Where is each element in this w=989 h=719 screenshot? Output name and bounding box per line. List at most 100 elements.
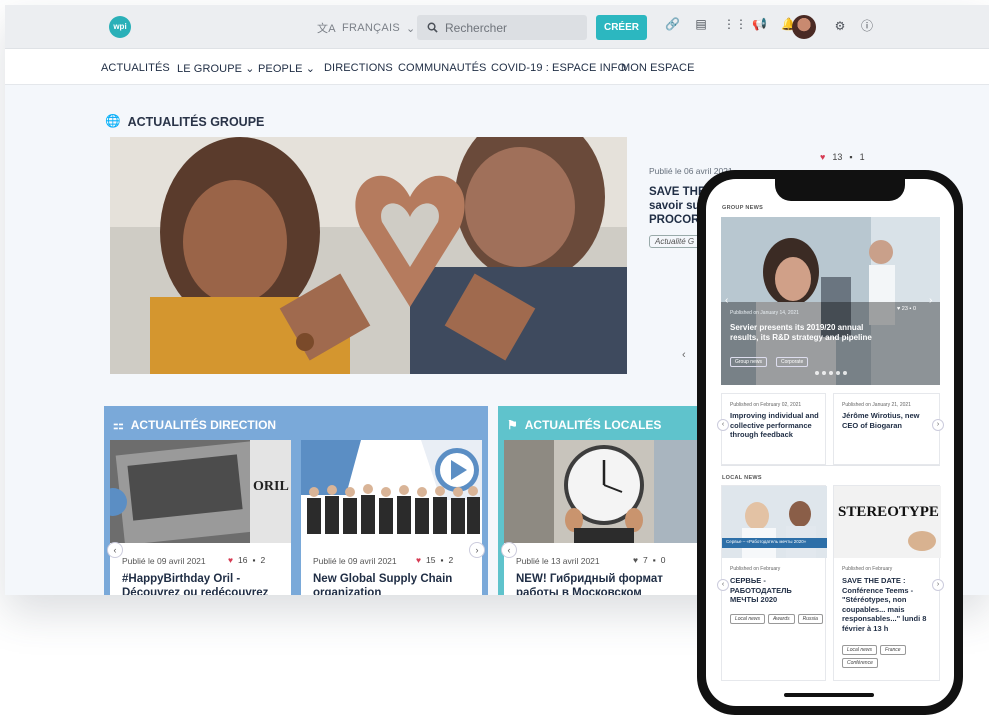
phone-card-published: Published on February (842, 566, 893, 572)
carousel-dot[interactable] (829, 371, 833, 375)
search-input[interactable]: Rechercher (417, 15, 587, 40)
phone-mockup: GROUP NEWS Published on January 14, 2021… (697, 170, 963, 715)
carousel-prev-icon[interactable]: ‹ (717, 419, 729, 431)
phone-card-title[interactable]: SAVE THE DATE : Conférence Teems - "Stér… (842, 576, 936, 633)
carousel-prev-icon[interactable]: ‹ (682, 349, 686, 361)
gear-icon[interactable]: ⚙ (833, 19, 847, 33)
card-stats: ♥ 7 ▪ 0 (633, 555, 666, 565)
phone-news-card[interactable]: Published on February 02, 2021 Improving… (721, 393, 826, 465)
group-news-heading: 🌐 ACTUALITÉS GROUPE (105, 114, 265, 129)
carousel-dot[interactable] (815, 371, 819, 375)
help-icon[interactable]: ⓘ (860, 19, 874, 33)
main-nav: ACTUALITÉS LE GROUPE ⌄ PEOPLE ⌄ DIRECTIO… (5, 49, 989, 85)
direction-news-panel: ⚏ ACTUALITÉS DIRECTION ORIL Publié le 09… (104, 406, 488, 595)
direction-news-heading: ⚏ ACTUALITÉS DIRECTION (113, 418, 277, 432)
carousel-prev-icon[interactable]: ‹ (107, 542, 123, 558)
phone-group-news-label: GROUP NEWS (722, 205, 764, 211)
tag-chip[interactable]: Conférence (842, 658, 878, 668)
tag-chip[interactable]: Local news (842, 645, 878, 655)
carousel-dot[interactable] (822, 371, 826, 375)
carousel-prev-icon[interactable]: ‹ (501, 542, 517, 558)
card-published-date: Publié le 09 avril 2021 (122, 556, 206, 566)
search-icon (427, 22, 438, 33)
carousel-prev-icon[interactable]: ‹ (717, 579, 729, 591)
phone-hero-chip[interactable]: Group news (730, 357, 767, 367)
hero-stats: ♥ 13 ▪ 1 (820, 152, 865, 162)
carousel-next-icon[interactable]: › (932, 419, 944, 431)
card-title[interactable]: NEW! Гибридный формат работы в Московско… (516, 572, 686, 595)
phone-hero-published: Published on January 14, 2021 (730, 310, 799, 316)
news-card[interactable]: Publié le 09 avril 2021 ♥ 15 ▪ 2 New Glo… (301, 440, 482, 595)
heart-icon[interactable]: ♥ (820, 152, 825, 162)
home-indicator (784, 693, 874, 697)
document-icon[interactable]: ▤ (694, 17, 708, 31)
phone-local-card[interactable]: STEREOTYPE Published on February SAVE TH… (833, 485, 941, 681)
nav-item-communautes[interactable]: COMMUNAUTÉS (398, 62, 487, 74)
user-avatar[interactable] (792, 15, 816, 39)
phone-card-published: Published on February 02, 2021 (730, 402, 802, 408)
card-title[interactable]: New Global Supply Chain organization (313, 572, 482, 595)
flag-icon: ⚑ (507, 418, 518, 432)
phone-hero-chip[interactable]: Corporate (776, 357, 809, 367)
news-card[interactable]: ORIL Publié le 09 avril 2021 ♥ 16 ▪ 2 #H… (110, 440, 291, 595)
comment-icon[interactable]: ▪ (849, 152, 852, 162)
phone-news-card[interactable]: Published on January 21, 2021 Jérôme Wir… (833, 393, 940, 465)
phone-screen: GROUP NEWS Published on January 14, 2021… (706, 179, 954, 706)
card-title[interactable]: #HappyBirthday Oril - Découvrez ou redéc… (122, 572, 291, 595)
language-selector[interactable]: 文A FRANÇAIS ⌄ (317, 20, 416, 36)
phone-local-banner: Сервье – «Работодатель мечты 2020» (726, 539, 807, 544)
phone-notch (775, 179, 905, 201)
tag-chip[interactable]: Awards (768, 614, 795, 624)
carousel-next-icon[interactable]: › (469, 542, 485, 558)
phone-card-title[interactable]: Jérôme Wirotius, new CEO of Biogaran (842, 411, 934, 430)
phone-local-banner: STEREOTYPE (838, 504, 939, 520)
create-button[interactable]: CRÉER (596, 15, 647, 40)
hero-tag[interactable]: Actualité G (649, 235, 701, 248)
tag-chip[interactable]: France (880, 645, 906, 655)
carousel-next-icon[interactable]: › (932, 579, 944, 591)
comment-icon[interactable]: ▪ (441, 555, 444, 565)
phone-card-title[interactable]: СЕРВЬЕ - РАБОТОДАТЕЛЬ МЕЧТЫ 2020 (730, 576, 820, 605)
tag-chip[interactable]: Local news (730, 614, 766, 624)
card-published-date: Publié le 13 avril 2021 (516, 556, 600, 566)
phone-hero-stats: ♥ 23 ▪ 0 (897, 306, 916, 312)
heart-icon[interactable]: ♥ (228, 555, 233, 565)
carousel-next-icon[interactable]: › (929, 295, 932, 306)
phone-card-tags: Local news Awards Russia (730, 614, 825, 624)
phone-local-news-label: LOCAL NEWS (722, 475, 762, 481)
nav-item-people[interactable]: PEOPLE ⌄ (258, 62, 315, 75)
toolbar-icons-right: ⚙ ⓘ (833, 19, 874, 33)
phone-hero[interactable]: Published on January 14, 2021 ♥ 23 ▪ 0 S… (721, 217, 940, 385)
tag-chip[interactable]: Russia (797, 614, 823, 624)
phone-local-image: STEREOTYPE (834, 486, 941, 558)
nav-item-directions[interactable]: DIRECTIONS (324, 62, 393, 74)
phone-local-card[interactable]: Сервье – «Работодатель мечты 2020» Publi… (721, 485, 827, 681)
toolbar-icons: 🔗 ▤ ⋮⋮ 📢 🔔 (665, 17, 796, 31)
card-image: ORIL (110, 440, 291, 546)
comment-icon[interactable]: ▪ (653, 555, 656, 565)
local-news-heading: ⚑ ACTUALITÉS LOCALES (507, 418, 662, 432)
carousel-dot[interactable] (843, 371, 847, 375)
hero-image[interactable] (110, 137, 627, 374)
phone-card-title[interactable]: Improving individual and collective perf… (730, 411, 820, 440)
heart-icon[interactable]: ♥ (633, 555, 638, 565)
link-icon[interactable]: 🔗 (665, 17, 680, 31)
heart-icon[interactable]: ♥ (897, 306, 900, 312)
chevron-down-icon: ⌄ (245, 63, 255, 75)
phone-card-tags: Local news France Conférence (842, 645, 937, 668)
news-card[interactable]: Publié le 13 avril 2021 ♥ 7 ▪ 0 NEW! Гиб… (504, 440, 702, 595)
phone-hero-title[interactable]: Servier presents its 2019/20 annual resu… (730, 323, 880, 343)
language-label: FRANÇAIS (341, 22, 400, 34)
heart-icon[interactable]: ♥ (416, 555, 421, 565)
nav-item-actualites[interactable]: ACTUALITÉS (101, 62, 170, 74)
carousel-prev-icon[interactable]: ‹ (725, 295, 728, 306)
apps-grid-icon[interactable]: ⋮⋮ (723, 17, 747, 31)
app-logo[interactable]: wpi (109, 16, 131, 38)
carousel-dot[interactable] (836, 371, 840, 375)
comment-icon[interactable]: ▪ (253, 555, 256, 565)
nav-item-mon-espace[interactable]: MON ESPACE (621, 62, 695, 74)
megaphone-icon[interactable]: 📢 (752, 17, 767, 31)
nav-item-covid[interactable]: COVID-19 : ESPACE INFO (491, 62, 626, 74)
nav-item-le-groupe[interactable]: LE GROUPE ⌄ (177, 62, 255, 75)
comment-icon[interactable]: ▪ (909, 306, 911, 312)
